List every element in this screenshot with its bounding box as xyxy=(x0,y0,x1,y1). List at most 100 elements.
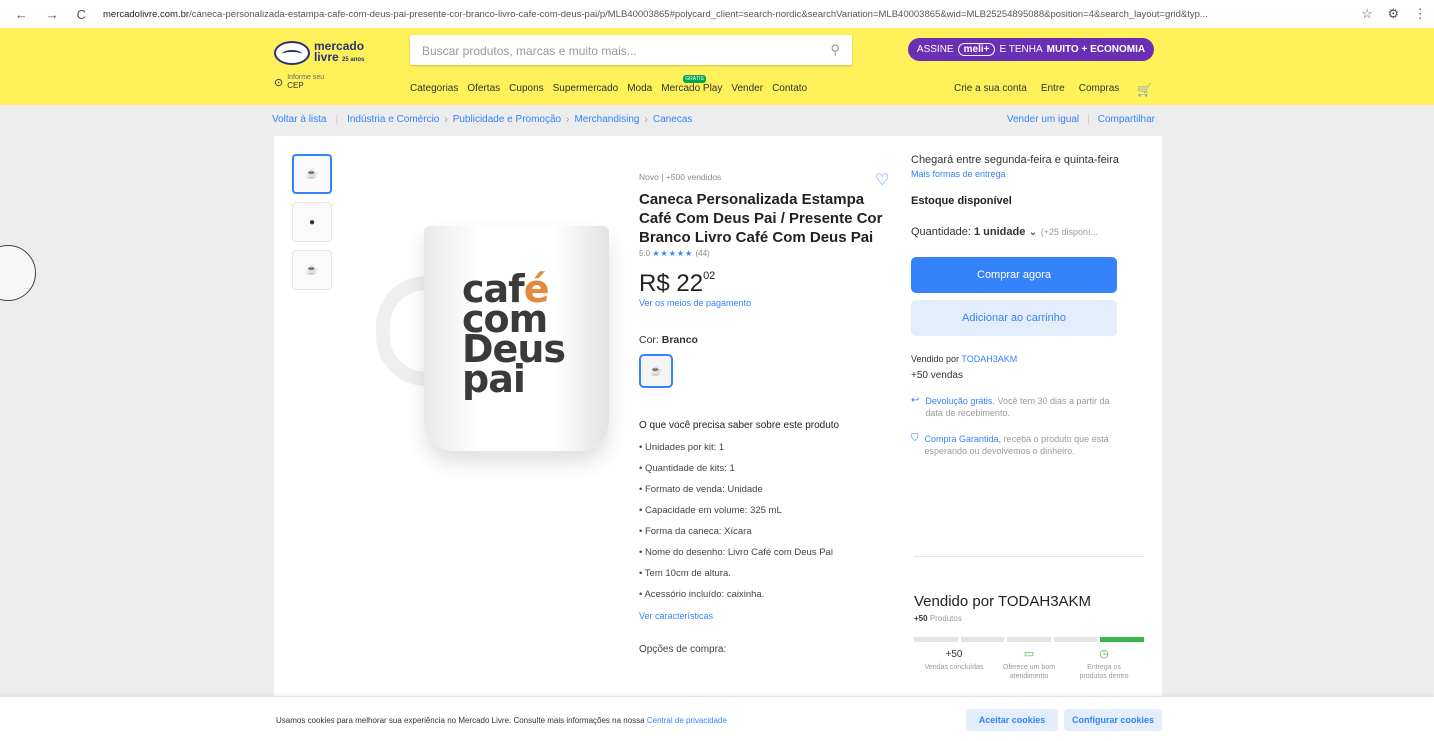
menu-vender[interactable]: Vender xyxy=(731,83,763,94)
sold-by: Vendido por TODAH3AKM xyxy=(911,354,1018,364)
gallery-thumbnail[interactable]: ☕ xyxy=(292,250,332,290)
breadcrumb-item[interactable]: Publicidade e Promoção xyxy=(453,114,561,125)
shield-icon: ⛉ xyxy=(911,433,919,444)
feature-item: Capacidade em volume: 325 mL xyxy=(639,500,899,521)
extension-icon[interactable]: ⚙ xyxy=(1388,6,1400,22)
cookie-banner: Usamos cookies para melhorar sua experiê… xyxy=(0,697,1434,741)
cookie-message: Usamos cookies para melhorar sua experiê… xyxy=(276,716,727,725)
reload-icon[interactable]: C xyxy=(77,7,86,22)
breadcrumb: Voltar à lista | Indústria e Comércio › P… xyxy=(272,114,693,125)
menu-moda[interactable]: Moda xyxy=(627,83,652,94)
seller-metrics: +50 Vendas concluídas ▭ Oferece um bom ate… xyxy=(914,648,1144,681)
buy-now-button[interactable]: Comprar agora xyxy=(911,257,1117,293)
see-features-link[interactable]: Ver características xyxy=(639,611,899,621)
more-delivery-link[interactable]: Mais formas de entrega xyxy=(911,169,1151,179)
menu-ofertas[interactable]: Ofertas xyxy=(467,83,500,94)
login-link[interactable]: Entre xyxy=(1041,83,1065,97)
seller-card-title: Vendido por TODAH3AKM xyxy=(914,593,1092,610)
stock-status: Estoque disponível xyxy=(911,195,1012,207)
back-to-list-link[interactable]: Voltar à lista xyxy=(272,114,326,125)
breadcrumb-item[interactable]: Indústria e Comércio xyxy=(347,114,439,125)
color-swatch[interactable]: ☕ xyxy=(639,354,673,388)
search-input[interactable]: Buscar produtos, marcas e muito mais... … xyxy=(410,35,852,65)
create-account-link[interactable]: Crie a sua conta xyxy=(954,83,1027,97)
browser-toolbar: ← → C mercadolivre.com.br/caneca-persona… xyxy=(0,0,1434,28)
share-link[interactable]: Compartilhar xyxy=(1098,114,1155,125)
clock-icon: ◷ xyxy=(1099,648,1109,660)
add-to-cart-button[interactable]: Adicionar ao carrinho xyxy=(911,300,1117,336)
reputation-thermometer xyxy=(914,637,1144,642)
cart-icon[interactable]: 🛒 xyxy=(1137,83,1152,97)
return-arrow-icon: ↩ xyxy=(911,395,920,406)
quantity-selector[interactable]: Quantidade: 1 unidade ⌄ (+25 disponí... xyxy=(911,225,1151,238)
product-info: Novo | +500 vendidos Caneca Personalizad… xyxy=(639,172,899,655)
seller-link[interactable]: TODAH3AKM xyxy=(961,354,1017,364)
mug-print: café com Deus pai xyxy=(462,267,566,401)
metric-sales: +50 Vendas concluídas xyxy=(924,649,984,672)
features-list: Unidades por kit: 1 Quantidade de kits: … xyxy=(639,437,899,605)
condition-sold: Novo | +500 vendidos xyxy=(639,172,722,182)
search-placeholder: Buscar produtos, marcas e muito mais... xyxy=(422,44,637,58)
metric-service: ▭ Oferece um bom atendimento xyxy=(999,648,1059,681)
purchases-link[interactable]: Compras xyxy=(1079,83,1120,97)
product-title: Caneca Personalizada Estampa Café Com De… xyxy=(639,191,883,246)
feature-item: Formato de venda: Unidade xyxy=(639,479,899,500)
menu-cupons[interactable]: Cupons xyxy=(509,83,543,94)
site-header: mercado livre 25 anos Buscar produtos, ma… xyxy=(0,28,1434,105)
breadcrumb-item[interactable]: Merchandising xyxy=(574,114,639,125)
menu-supermercado[interactable]: Supermercado xyxy=(553,83,619,94)
seller-sales: +50 vendas xyxy=(911,370,963,381)
seller-products: +50 Produtos xyxy=(914,614,962,623)
menu-categorias[interactable]: Categorias xyxy=(410,83,458,94)
delivery-estimate: Chegará entre segunda-feira e quinta-fei… xyxy=(911,154,1119,166)
payment-methods-link[interactable]: Ver os meios de pagamento xyxy=(639,298,899,308)
mercado-livre-logo[interactable]: mercado livre 25 anos xyxy=(274,37,378,69)
address-bar[interactable]: mercadolivre.com.br/caneca-personalizada… xyxy=(95,9,1354,20)
url-domain: mercadolivre.com.br xyxy=(103,8,190,20)
price: R$ 2202 xyxy=(639,270,716,297)
seller-card: Vendido por TODAH3AKM +50 Produtos +50 Ve… xyxy=(914,556,1144,681)
chevron-down-icon: ⌄ xyxy=(1028,226,1038,238)
forward-arrow-icon[interactable]: → xyxy=(46,7,59,22)
logo-text: mercado livre 25 anos xyxy=(314,38,365,64)
breadcrumb-item[interactable]: Canecas xyxy=(653,114,692,125)
product-card: ☕ ● ☕ café com Deus pai ♡ Novo | +500 ve… xyxy=(274,136,1162,696)
gallery-thumbnail[interactable]: ● xyxy=(292,202,332,242)
feature-item: Nome do desenho: Livro Café com Deus Pai xyxy=(639,542,899,563)
cep-selector[interactable]: ⊙ Informe seu CEP xyxy=(274,74,324,90)
purchase-guarantee-info: ⛉ Compra Garantida, receba o produto que … xyxy=(911,433,1109,456)
menu-contato[interactable]: Contato xyxy=(772,83,807,94)
rating[interactable]: 5.0 ★★★★★ (44) xyxy=(639,249,899,258)
browser-actions: ☆ ⚙ ⋮ xyxy=(1354,6,1434,22)
product-image[interactable]: café com Deus pai xyxy=(364,206,624,456)
metric-delivery: ◷ Entrega os produtos dentro xyxy=(1074,648,1134,681)
menu-mercado-play[interactable]: Mercado Play GRÁTIS xyxy=(661,75,722,94)
accept-cookies-button[interactable]: Aceitar cookies xyxy=(966,709,1058,731)
gallery-thumbnail[interactable]: ☕ xyxy=(292,154,332,194)
user-menu: Crie a sua conta Entre Compras 🛒 xyxy=(954,83,1152,97)
color-label: Cor: Branco xyxy=(639,334,698,346)
feature-item: Acessório incluído: caixinha. xyxy=(639,584,899,605)
feature-item: Quantidade de kits: 1 xyxy=(639,458,899,479)
configure-cookies-button[interactable]: Configurar cookies xyxy=(1064,709,1162,731)
search-icon[interactable]: ⚲ xyxy=(830,42,840,58)
features-heading: O que você precisa saber sobre este prod… xyxy=(639,420,840,431)
buy-box: Chegará entre segunda-feira e quinta-fei… xyxy=(911,152,1151,457)
feature-item: Unidades por kit: 1 xyxy=(639,437,899,458)
buy-options-heading: Opções de compra: xyxy=(639,644,727,655)
feature-item: Forma da caneca: Xícara xyxy=(639,521,899,542)
cursor-overlay xyxy=(0,245,36,301)
meli-plus-logo: meli+ xyxy=(957,43,996,56)
sell-similar-link[interactable]: Vender um igual xyxy=(1007,114,1079,125)
feature-item: Tem 10cm de altura. xyxy=(639,563,899,584)
free-return-info: ↩ Devolução grátis. Você tem 30 dias a pa… xyxy=(911,395,1110,418)
meli-plus-banner[interactable]: ASSINE meli+ E TENHA MUITO + ECONOMIA xyxy=(908,38,1154,61)
back-arrow-icon[interactable]: ← xyxy=(15,7,28,22)
handshake-logo-icon xyxy=(274,41,310,65)
bookmark-star-icon[interactable]: ☆ xyxy=(1361,6,1373,22)
privacy-center-link[interactable]: Central de privacidade xyxy=(647,716,727,725)
browser-menu-icon[interactable]: ⋮ xyxy=(1414,6,1427,22)
rating-stars-icon: ★★★★★ xyxy=(652,249,694,258)
chat-icon: ▭ xyxy=(1023,648,1035,660)
location-pin-icon: ⊙ xyxy=(274,76,284,89)
